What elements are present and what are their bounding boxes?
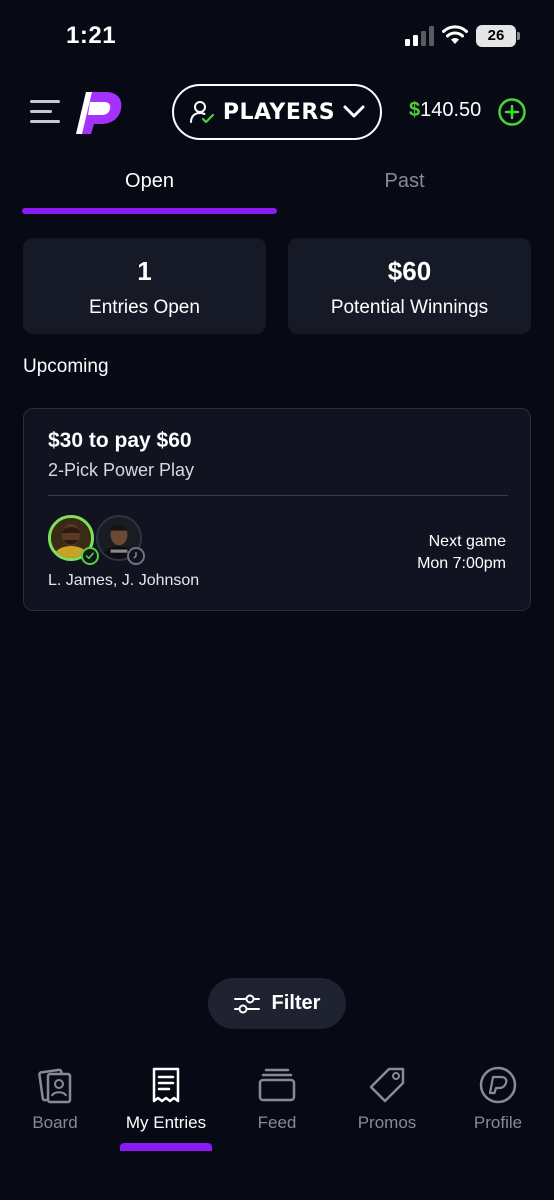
entry-title: $30 to pay $60 (48, 429, 192, 452)
nav-label: Profile (473, 1113, 523, 1132)
battery-indicator: 26 (476, 25, 520, 47)
app-header: PLAYERS $140.50 (0, 84, 554, 140)
entries-tabs: Open Past (22, 170, 532, 216)
tag-icon (369, 1067, 405, 1103)
balance-amount: 140.50 (420, 99, 482, 121)
entry-type: 2-Pick Power Play (48, 460, 195, 480)
active-nav-indicator (120, 1143, 212, 1151)
cellular-signal-icon (405, 26, 434, 46)
chevron-down-icon (343, 105, 365, 118)
filter-button[interactable]: Filter (208, 978, 346, 1029)
filter-label: Filter (271, 992, 321, 1014)
bottom-nav: Board My Entries Feed Promos Profile (0, 1055, 554, 1155)
potential-winnings-label: Potential Winnings (330, 297, 489, 318)
entries-open-value: 1 (137, 256, 152, 286)
status-bar: 1:21 26 (0, 0, 554, 70)
clock-icon (127, 547, 145, 565)
nav-label: Feed (257, 1113, 297, 1132)
section-title-upcoming: Upcoming (23, 356, 109, 377)
entries-open-label: Entries Open (89, 297, 200, 318)
nav-my-entries[interactable]: My Entries (111, 1065, 221, 1133)
mode-selector[interactable]: PLAYERS (172, 84, 382, 140)
board-icon (38, 1068, 72, 1104)
next-game-time: Mon 7:00pm (417, 555, 506, 572)
tab-open[interactable]: Open (22, 170, 277, 193)
balance-currency: $ (409, 99, 421, 121)
entry-players: L. James, J. Johnson (48, 572, 200, 589)
menu-icon[interactable] (30, 98, 60, 126)
sliders-icon (233, 994, 260, 1013)
tab-past[interactable]: Past (277, 170, 532, 193)
check-icon (81, 547, 99, 565)
nav-promos[interactable]: Promos (332, 1065, 442, 1133)
person-check-icon (189, 101, 214, 124)
nav-feed[interactable]: Feed (222, 1065, 332, 1133)
add-funds-icon[interactable] (498, 98, 526, 126)
potential-winnings-value: $60 (387, 256, 432, 286)
app-logo (76, 92, 122, 134)
receipt-icon (152, 1067, 180, 1103)
entry-card[interactable]: $30 to pay $60 2-Pick Power Play L. Jame… (23, 408, 531, 611)
wifi-icon (442, 25, 468, 44)
divider (48, 495, 508, 496)
nav-label: Board (32, 1113, 78, 1132)
mode-label: PLAYERS (222, 99, 336, 125)
feed-icon (258, 1068, 296, 1102)
account-balance[interactable]: $140.50 (409, 99, 481, 122)
potential-winnings-card: $60 Potential Winnings (288, 238, 531, 334)
active-tab-indicator (22, 208, 277, 214)
entries-open-card: 1 Entries Open (23, 238, 266, 334)
nav-label: Promos (357, 1113, 417, 1132)
nav-profile[interactable]: Profile (443, 1065, 553, 1133)
status-time: 1:21 (66, 22, 117, 49)
profile-icon (479, 1066, 517, 1104)
nav-label: My Entries (125, 1113, 207, 1132)
next-game-label: Next game (428, 533, 506, 550)
nav-board[interactable]: Board (0, 1065, 110, 1133)
